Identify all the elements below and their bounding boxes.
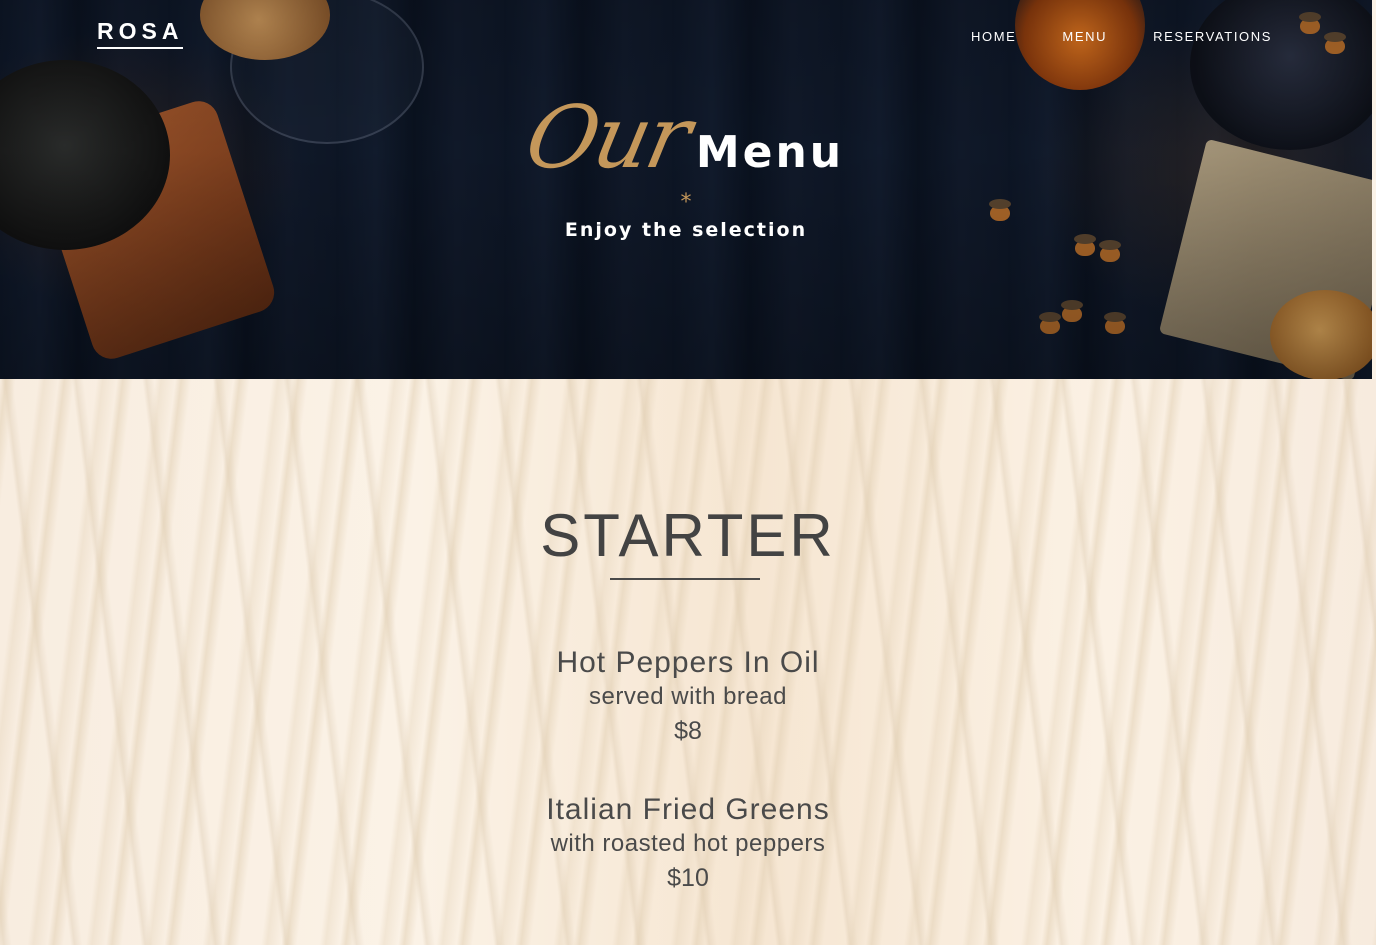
acorn-decoration xyxy=(1074,234,1096,256)
page-title-bold-word: Menu xyxy=(695,127,845,178)
acorn-decoration xyxy=(1039,312,1061,334)
hero-banner: ROSA HOME MENU RESERVATIONS OurMenu * En… xyxy=(0,0,1372,379)
acorn-decoration xyxy=(1299,12,1321,34)
main-nav: HOME MENU RESERVATIONS xyxy=(971,29,1272,44)
teapot-decoration xyxy=(1015,0,1145,90)
menu-item-price: $10 xyxy=(667,864,709,892)
page-subtitle: Enjoy the selection xyxy=(564,219,808,241)
menu-item-price: $8 xyxy=(674,717,702,745)
menu-item: Hot Peppers In Oil served with bread $8 xyxy=(0,646,1376,748)
acorn-decoration xyxy=(1061,300,1083,322)
acorn-decoration xyxy=(1099,240,1121,262)
ornament-star: * xyxy=(680,190,692,215)
menu-section: STARTER Hot Peppers In Oil served with b… xyxy=(0,379,1376,945)
nav-item-reservations[interactable]: RESERVATIONS xyxy=(1153,29,1272,44)
acorn-decoration xyxy=(1104,312,1126,334)
page-title: OurMenu xyxy=(0,88,1372,188)
bread-decoration xyxy=(1270,290,1372,379)
section-title: STARTER xyxy=(540,502,836,569)
menu-item: Italian Fried Greens with roasted hot pe… xyxy=(0,793,1376,895)
acorn-decoration xyxy=(1324,32,1346,54)
menu-item-description: served with bread xyxy=(589,683,787,710)
brand-logo[interactable]: ROSA xyxy=(97,18,184,49)
menu-item-description: with roasted hot peppers xyxy=(550,830,826,857)
nav-item-menu[interactable]: MENU xyxy=(1062,29,1107,44)
page-title-script-word: Our xyxy=(517,88,697,188)
menu-item-name: Italian Fried Greens xyxy=(546,793,830,826)
nav-item-home[interactable]: HOME xyxy=(971,29,1016,44)
section-title-underline xyxy=(610,578,760,580)
menu-item-name: Hot Peppers In Oil xyxy=(556,646,820,679)
